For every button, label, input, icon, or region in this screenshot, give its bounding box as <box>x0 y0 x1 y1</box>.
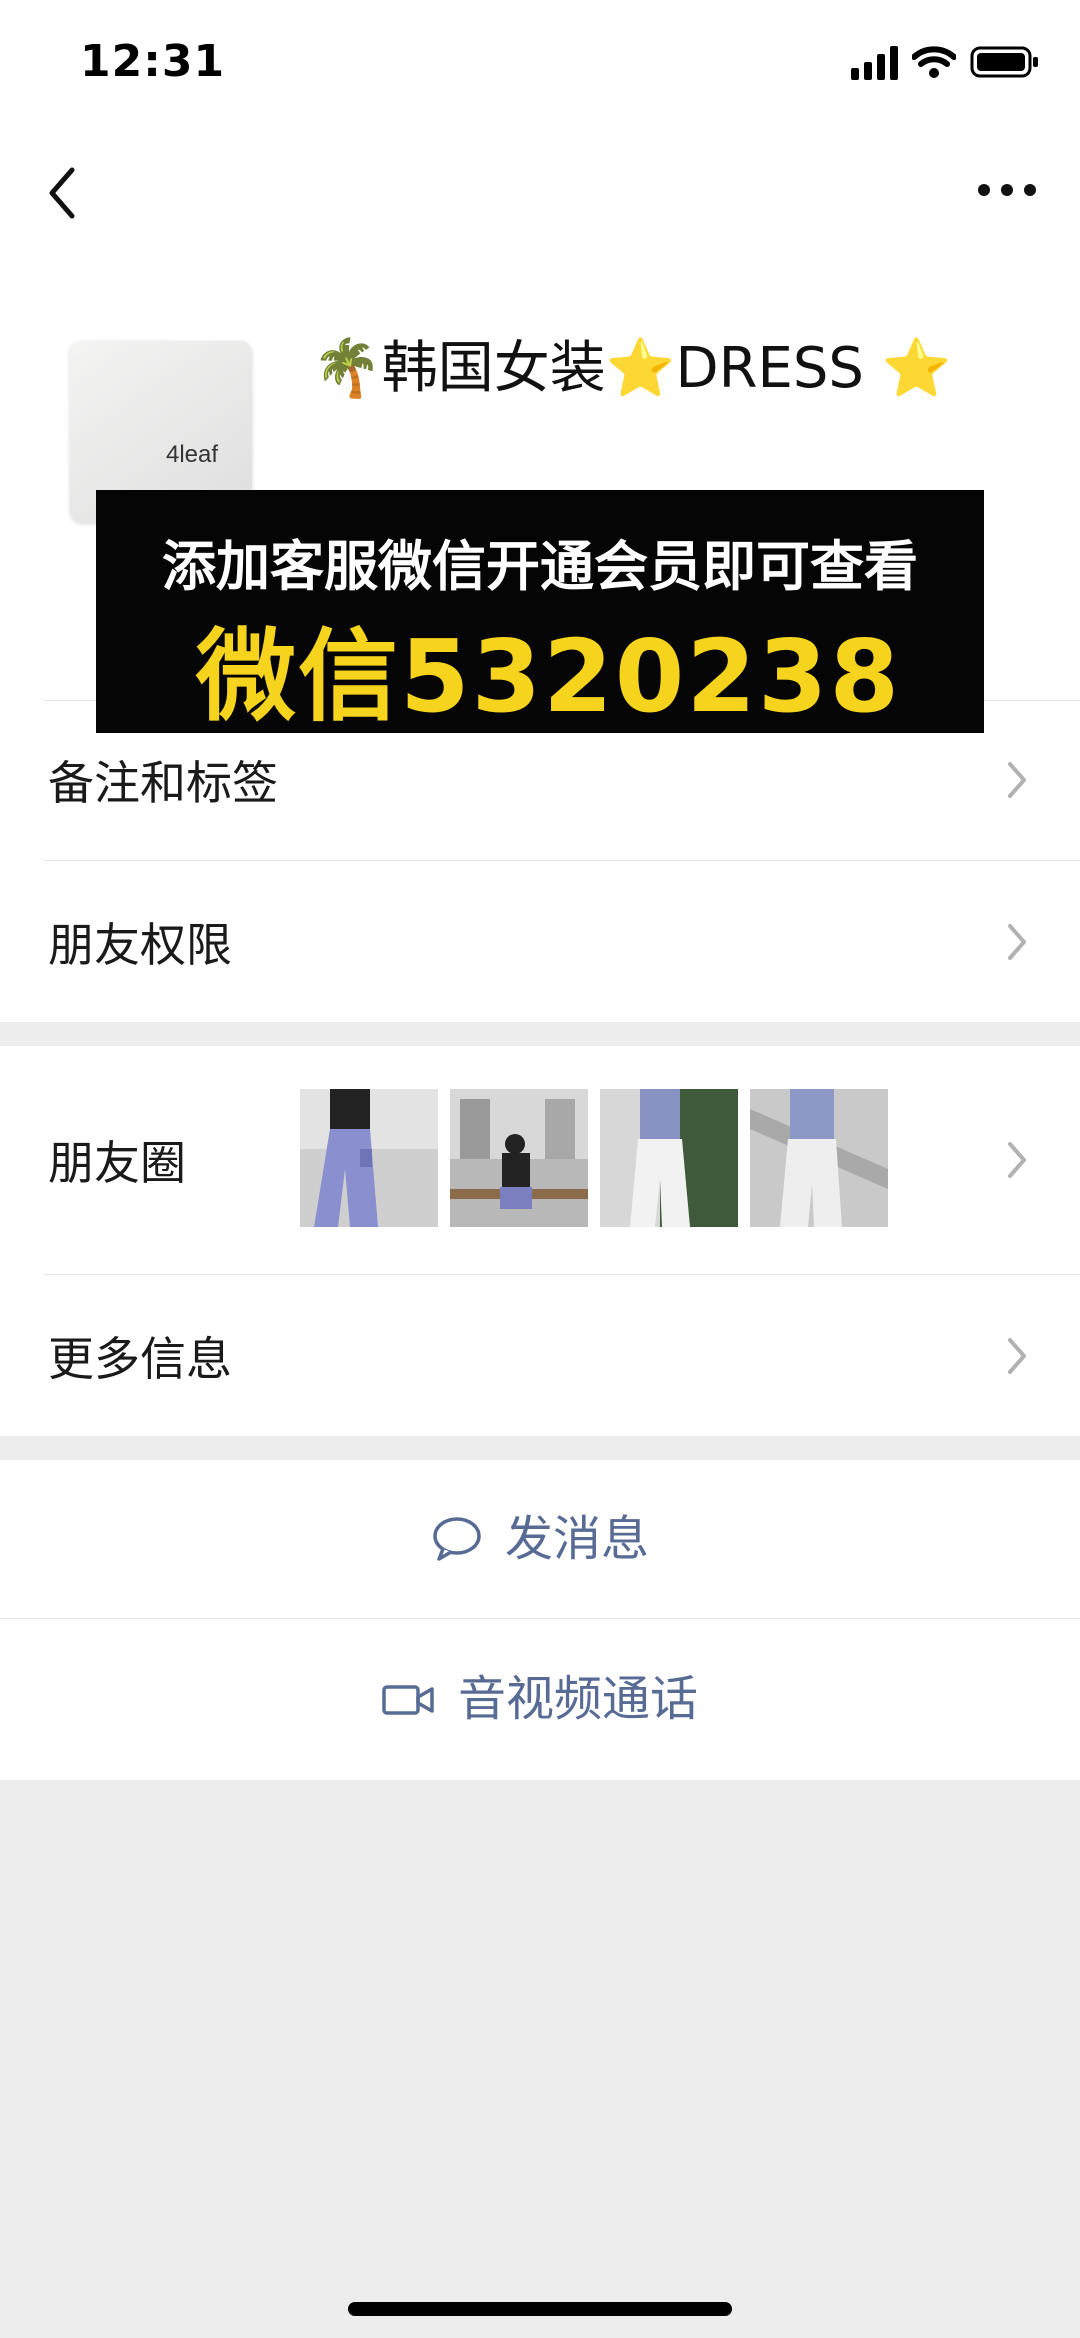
row-friend-permissions[interactable]: 朋友权限 <box>0 861 1080 1022</box>
status-icons <box>851 42 1040 82</box>
moments-photo-3 <box>600 1089 738 1227</box>
row-remarks-label: 备注和标签 <box>48 756 278 810</box>
send-message-label: 发消息 <box>504 1511 649 1567</box>
row-permissions-label: 朋友权限 <box>48 917 232 972</box>
battery-icon <box>970 46 1038 78</box>
status-time: 12:31 <box>80 36 226 87</box>
avatar-logo-text: 4leaf <box>166 441 219 468</box>
moments-photo-2 <box>450 1089 588 1227</box>
chevron-right-icon <box>1008 1337 1026 1374</box>
row-moments-label: 朋友圈 <box>48 1136 186 1190</box>
moments-photo-4 <box>750 1089 888 1227</box>
settings-group-2: 朋友圈 更多信息 <box>0 1046 1080 1436</box>
promo-overlay: 添加客服微信开通会员即可查看 微信5320238 <box>96 490 984 735</box>
promo-line1: 添加客服微信开通会员即可查看 <box>162 535 918 598</box>
back-button[interactable] <box>40 160 100 230</box>
chevron-right-icon <box>1008 1142 1026 1178</box>
chat-bubble-icon <box>433 1517 481 1561</box>
row-more-info[interactable]: 更多信息 <box>0 1275 1080 1436</box>
moments-thumbnails <box>300 1089 888 1227</box>
signal-icon <box>851 44 898 80</box>
row-moments[interactable]: 朋友圈 <box>0 1046 1080 1274</box>
moments-photo-1 <box>300 1089 438 1227</box>
profile-name: 🌴韩国女装⭐DRESS ⭐ <box>312 336 952 401</box>
promo-wechat-id: 微信5320238 <box>196 618 902 735</box>
wifi-icon <box>912 46 956 78</box>
video-call-label: 音视频通话 <box>457 1671 698 1727</box>
row-more-info-label: 更多信息 <box>48 1331 232 1386</box>
settings-group-1: 备注和标签 朋友权限 <box>0 700 1080 1022</box>
chevron-right-icon <box>1008 762 1026 798</box>
actions-group: 发消息 音视频通话 <box>0 1460 1080 1780</box>
home-indicator <box>348 2302 732 2316</box>
chevron-right-icon <box>1008 923 1026 960</box>
more-options-button[interactable] <box>962 160 1052 220</box>
video-camera-icon <box>382 1684 434 1715</box>
send-message-button[interactable]: 发消息 <box>0 1460 1080 1618</box>
video-call-button[interactable]: 音视频通话 <box>0 1619 1080 1780</box>
